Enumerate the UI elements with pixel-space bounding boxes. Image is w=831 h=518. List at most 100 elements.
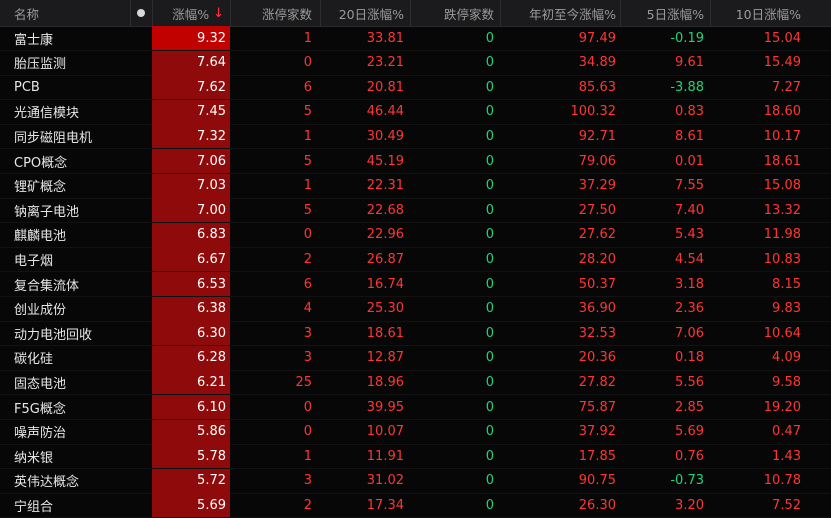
table-row[interactable]: 噪声防治 5.86 0 10.07 0 37.92 5.69 0.47 <box>0 419 831 445</box>
row-chg5: 0.76 <box>675 448 704 464</box>
row-limit-down: 0 <box>485 79 494 95</box>
table-row[interactable]: 电子烟 6.67 2 26.87 0 28.20 4.54 10.83 <box>0 247 831 273</box>
row-chg10: 7.27 <box>772 79 801 95</box>
row-chg5: 4.54 <box>675 251 704 267</box>
table-row[interactable]: 麒麟电池 6.83 0 22.96 0 27.62 5.43 11.98 <box>0 222 831 248</box>
row-chg: 9.32 <box>152 26 230 50</box>
row-name: 麒麟电池 <box>14 229 67 245</box>
row-name: 创业成份 <box>14 303 67 319</box>
row-name: 宁组合 <box>14 499 54 515</box>
table-row[interactable]: 创业成份 6.38 4 25.30 0 36.90 2.36 9.83 <box>0 296 831 322</box>
row-spacer <box>130 297 152 321</box>
table-row[interactable]: 胎压监测 7.64 0 23.21 0 34.89 9.61 15.49 <box>0 50 831 76</box>
row-chg10: 8.15 <box>772 276 801 292</box>
row-ytd: 85.63 <box>578 79 616 95</box>
row-name: 光通信模块 <box>14 106 80 122</box>
header-chg20[interactable]: 20日涨幅% <box>320 0 410 26</box>
row-ytd: 27.82 <box>578 374 616 390</box>
table-row[interactable]: 碳化硅 6.28 3 12.87 0 20.36 0.18 4.09 <box>0 345 831 371</box>
row-chg: 7.00 <box>152 198 230 223</box>
row-ytd: 26.30 <box>578 497 616 513</box>
row-chg10: 10.64 <box>763 325 801 341</box>
row-limit-up: 3 <box>303 350 312 366</box>
row-chg20: 46.44 <box>366 104 404 120</box>
table-row[interactable]: 宁组合 5.69 2 17.34 0 26.30 3.20 7.52 <box>0 493 831 518</box>
row-chg5: -0.19 <box>670 30 704 46</box>
settings-dot-icon[interactable] <box>137 9 145 17</box>
row-chg5: 8.61 <box>675 128 704 144</box>
row-chg20: 33.81 <box>366 30 404 46</box>
row-name: 电子烟 <box>14 253 54 269</box>
row-limit-down: 0 <box>485 424 494 440</box>
row-chg: 7.45 <box>152 99 230 124</box>
header-ytd[interactable]: 年初至今涨幅% <box>500 0 620 26</box>
row-name: 复合集流体 <box>14 278 80 294</box>
row-chg20: 23.21 <box>366 55 404 71</box>
header-chg10[interactable]: 10日涨幅% <box>710 0 831 26</box>
row-spacer <box>130 51 152 75</box>
header-chg5[interactable]: 5日涨幅% <box>620 0 710 26</box>
row-chg: 7.06 <box>152 149 230 173</box>
table-row[interactable]: CPO概念 7.06 5 45.19 0 79.06 0.01 18.61 <box>0 149 831 174</box>
row-chg: 5.78 <box>152 444 230 469</box>
header-dot[interactable] <box>130 0 152 26</box>
row-name: F5G概念 <box>14 401 66 417</box>
table-row[interactable]: 锂矿概念 7.03 1 22.31 0 37.29 7.55 15.08 <box>0 173 831 199</box>
table-row[interactable]: 纳米银 5.78 1 11.91 0 17.85 0.76 1.43 <box>0 444 831 470</box>
row-ytd: 17.85 <box>578 448 616 464</box>
table-row[interactable]: PCB 7.62 6 20.81 0 85.63 -3.88 7.27 <box>0 75 831 101</box>
table-row[interactable]: 动力电池回收 6.30 3 18.61 0 32.53 7.06 10.64 <box>0 321 831 347</box>
header-name[interactable]: 名称 <box>0 0 130 26</box>
row-limit-up: 25 <box>295 374 312 390</box>
row-ytd: 28.20 <box>578 251 616 267</box>
row-chg: 6.21 <box>152 370 230 395</box>
row-chg5: 9.61 <box>675 55 704 71</box>
row-chg20: 22.31 <box>366 178 404 194</box>
row-ytd: 27.50 <box>578 202 616 218</box>
row-limit-down: 0 <box>485 497 494 513</box>
row-spacer <box>130 444 152 468</box>
row-chg5: 3.18 <box>675 276 704 292</box>
table-row[interactable]: 固态电池 6.21 25 18.96 0 27.82 5.56 9.58 <box>0 370 831 396</box>
row-chg20: 12.87 <box>366 350 404 366</box>
row-chg20: 11.91 <box>366 448 404 464</box>
header-limit-down[interactable]: 跌停家数 <box>410 0 500 26</box>
table-row[interactable]: 钠离子电池 7.00 5 22.68 0 27.50 7.40 13.32 <box>0 198 831 224</box>
row-chg: 5.69 <box>152 493 230 518</box>
row-chg20: 17.34 <box>366 497 404 513</box>
row-chg5: 0.18 <box>675 350 704 366</box>
row-limit-up: 0 <box>303 399 312 415</box>
sort-desc-icon[interactable]: ↓ <box>213 6 224 21</box>
row-limit-up: 3 <box>303 325 312 341</box>
row-limit-up: 3 <box>303 473 312 489</box>
table-row[interactable]: 富士康 9.32 1 33.81 0 97.49 -0.19 15.04 <box>0 26 831 51</box>
row-ytd: 100.32 <box>570 104 617 120</box>
row-chg10: 13.32 <box>763 202 801 218</box>
row-ytd: 97.49 <box>578 30 616 46</box>
row-chg20: 18.96 <box>366 374 404 390</box>
row-spacer <box>130 321 152 345</box>
row-ytd: 90.75 <box>578 473 616 489</box>
table-row[interactable]: F5G概念 6.10 0 39.95 0 75.87 2.85 19.20 <box>0 395 831 420</box>
header-chg[interactable]: 涨幅% ↓ <box>152 0 230 26</box>
row-ytd: 36.90 <box>578 301 616 317</box>
row-name: 动力电池回收 <box>14 327 93 343</box>
table-row[interactable]: 英伟达概念 5.72 3 31.02 0 90.75 -0.73 10.78 <box>0 468 831 494</box>
header-limit-up[interactable]: 涨停家数 <box>230 0 320 26</box>
row-chg10: 15.04 <box>763 30 801 46</box>
table-row[interactable]: 光通信模块 7.45 5 46.44 0 100.32 0.83 18.60 <box>0 99 831 125</box>
row-limit-down: 0 <box>485 399 494 415</box>
row-ytd: 20.36 <box>578 350 616 366</box>
table-row[interactable]: 复合集流体 6.53 6 16.74 0 50.37 3.18 8.15 <box>0 272 831 297</box>
row-chg10: 10.83 <box>763 251 801 267</box>
row-spacer <box>130 174 152 198</box>
row-chg20: 31.02 <box>366 473 404 489</box>
row-chg5: 5.56 <box>675 374 704 390</box>
row-limit-up: 2 <box>303 497 312 513</box>
table-row[interactable]: 同步磁阻电机 7.32 1 30.49 0 92.71 8.61 10.17 <box>0 124 831 150</box>
row-spacer <box>130 149 152 173</box>
row-spacer <box>130 493 152 517</box>
row-chg10: 1.43 <box>772 448 801 464</box>
table-header: 名称 涨幅% ↓ 涨停家数 20日涨幅% 跌停家数 年初至今涨幅% 5日涨幅% … <box>0 0 831 27</box>
row-chg10: 0.47 <box>772 424 801 440</box>
